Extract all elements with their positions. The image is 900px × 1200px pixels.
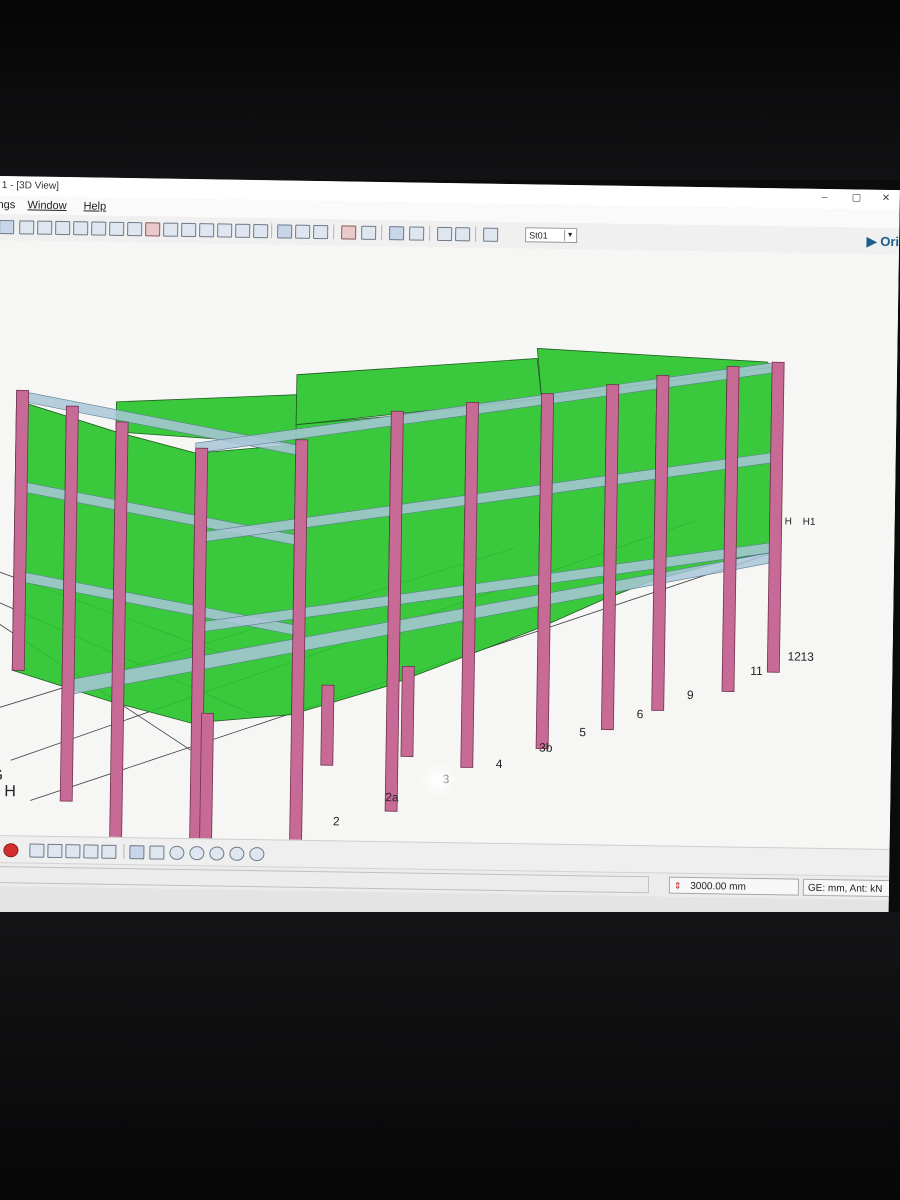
- toolbar-separator: [271, 223, 273, 239]
- grid-axis-label: 4: [496, 757, 503, 771]
- 3d-view-icon[interactable]: [83, 844, 99, 859]
- grid-axis-label: 13: [800, 650, 814, 664]
- grid-axis-label: 12: [787, 649, 801, 663]
- right-grid-label: H1: [803, 517, 816, 528]
- frame-icon[interactable]: [55, 220, 71, 236]
- select-window-icon[interactable]: [129, 845, 145, 860]
- elevation-panel: ⇕ 3000.00 mm: [668, 876, 800, 896]
- grid-axis-label: 3b: [539, 741, 553, 755]
- section-view-icon[interactable]: [65, 844, 81, 859]
- grid-letter-label: H: [4, 783, 16, 800]
- chevron-down-icon[interactable]: ▼: [564, 229, 576, 242]
- zoom-in-icon[interactable]: [169, 845, 185, 860]
- window-title: 1 - [3D View]: [1, 180, 59, 192]
- window-icon[interactable]: [437, 226, 453, 242]
- zoom-previous-icon[interactable]: [249, 847, 265, 862]
- footing-icon[interactable]: [181, 222, 197, 238]
- move-icon[interactable]: [235, 223, 251, 238]
- column-icon[interactable]: [91, 221, 107, 236]
- stair-icon[interactable]: [163, 222, 179, 237]
- grid-axis-label: 2a: [385, 790, 399, 804]
- zoom-extents-icon[interactable]: [229, 846, 245, 861]
- wall-icon[interactable]: [109, 221, 125, 236]
- column: [320, 684, 335, 766]
- units-value: GE: mm, Ant: kN: [807, 882, 883, 895]
- grid-axis-label: 11: [750, 664, 763, 678]
- report-icon[interactable]: [313, 224, 329, 240]
- brace-icon[interactable]: [145, 222, 161, 237]
- plan-view-icon[interactable]: [29, 843, 45, 858]
- toolbar-separator: [381, 224, 383, 241]
- menu-help[interactable]: Help: [83, 200, 106, 212]
- orient-button[interactable]: ▶ Ori: [867, 234, 900, 251]
- application-window: 1 - [3D View] – ▢ ✕ ngs Window Help St01…: [0, 176, 900, 931]
- view-options-icon[interactable]: [483, 227, 499, 242]
- grid-icon[interactable]: [37, 220, 53, 235]
- 3d-view-canvas[interactable]: 122a33b4569111213GHHH1: [0, 239, 899, 850]
- column: [199, 712, 214, 844]
- select-icon[interactable]: [0, 219, 15, 235]
- elevation-value: 3000.00 mm: [690, 880, 746, 893]
- toolbar-separator: [123, 844, 125, 860]
- units-panel: GE: mm, Ant: kN: [802, 878, 894, 898]
- story-selector-value: St01: [529, 230, 548, 241]
- maximize-icon[interactable]: ▢: [852, 192, 862, 203]
- zoom-out-icon[interactable]: [189, 846, 205, 861]
- monitor-reflection: [418, 760, 458, 800]
- structure-model: 122a33b4569111213GHHH1: [0, 239, 899, 850]
- tile-icon[interactable]: [455, 227, 471, 242]
- copy-icon[interactable]: [217, 223, 233, 238]
- grid-axis-label: 2: [333, 814, 340, 828]
- toolbar-separator: [475, 226, 477, 242]
- section-icon[interactable]: [341, 225, 357, 240]
- chart-icon[interactable]: [277, 224, 293, 239]
- building-icon[interactable]: [389, 226, 405, 241]
- monitor-bezel-top: [0, 0, 900, 180]
- pencil-icon[interactable]: [149, 845, 165, 860]
- minimize-icon[interactable]: –: [822, 192, 828, 203]
- story-selector[interactable]: St01 ▼: [525, 227, 578, 244]
- delete-icon[interactable]: [253, 223, 269, 239]
- menu-settings[interactable]: ngs: [0, 199, 15, 211]
- zoom-window-icon[interactable]: [209, 846, 225, 861]
- menu-window[interactable]: Window: [27, 199, 66, 212]
- render-icon[interactable]: [101, 844, 117, 859]
- grid-letter-label: G: [0, 767, 3, 784]
- right-grid-label: H: [785, 516, 792, 527]
- grid-axis-label: 9: [687, 688, 694, 702]
- toolbar-separator: [429, 225, 431, 241]
- z-elevation-icon: ⇕: [673, 880, 682, 891]
- layer-icon[interactable]: [361, 225, 377, 240]
- elevation-view-icon[interactable]: [47, 843, 63, 859]
- beam-icon[interactable]: [73, 221, 89, 236]
- pen-icon[interactable]: [19, 220, 35, 235]
- grid-axis-label: 5: [579, 725, 586, 739]
- toolbar-separator: [333, 224, 335, 240]
- grid-axis-label: 6: [637, 707, 644, 721]
- close-icon[interactable]: ✕: [882, 193, 891, 204]
- storey-icon[interactable]: [409, 226, 425, 241]
- slab-icon[interactable]: [127, 222, 143, 237]
- load-icon[interactable]: [199, 223, 215, 238]
- table-icon[interactable]: [295, 224, 311, 239]
- column: [400, 665, 415, 757]
- monitor-bezel-bottom: [0, 912, 900, 1200]
- record-icon[interactable]: [3, 843, 19, 858]
